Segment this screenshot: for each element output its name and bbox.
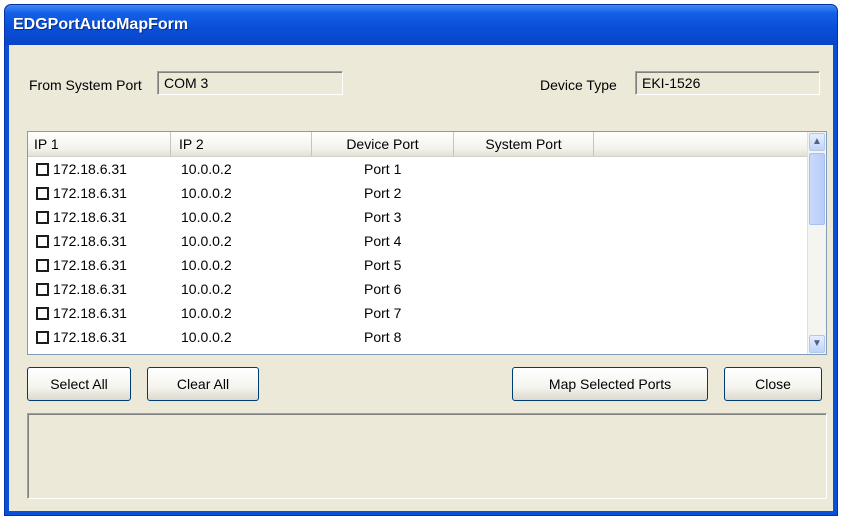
- column-header-device-port[interactable]: Device Port: [312, 132, 454, 156]
- column-header-ip2[interactable]: IP 2: [171, 132, 312, 156]
- ip2-value: 10.0.0.2: [181, 185, 232, 201]
- table-row[interactable]: 172.18.6.31 10.0.0.2 Port 6: [28, 277, 808, 301]
- table-row[interactable]: 172.18.6.31 10.0.0.2 Port 3: [28, 205, 808, 229]
- device-port-value: Port 7: [364, 305, 402, 321]
- row-checkbox[interactable]: [36, 234, 49, 248]
- ip1-value: 172.18.6.31: [53, 209, 127, 225]
- column-header-filler: [594, 132, 808, 156]
- map-selected-ports-button[interactable]: Map Selected Ports: [512, 367, 708, 401]
- window-title: EDGPortAutoMapForm: [13, 16, 189, 33]
- ip1-cell: 172.18.6.31: [28, 233, 171, 249]
- close-button[interactable]: Close: [724, 367, 822, 401]
- row-checkbox[interactable]: [36, 282, 49, 296]
- dialog-window: EDGPortAutoMapForm From System Port COM …: [4, 4, 838, 516]
- chevron-up-icon: ▲: [812, 136, 822, 147]
- device-type-label: Device Type: [540, 77, 617, 93]
- ip1-value: 172.18.6.31: [53, 185, 127, 201]
- scroll-up-button[interactable]: ▲: [809, 133, 825, 151]
- device-port-value: Port 5: [364, 257, 402, 273]
- column-header-system-port[interactable]: System Port: [454, 132, 594, 156]
- ip1-value: 172.18.6.31: [53, 161, 127, 177]
- scroll-down-button[interactable]: ▼: [809, 335, 825, 353]
- row-checkbox[interactable]: [36, 306, 49, 320]
- table-row[interactable]: 172.18.6.31 10.0.0.2 Port 5: [28, 253, 808, 277]
- table-row[interactable]: 172.18.6.31 10.0.0.2 Port 4: [28, 229, 808, 253]
- ip1-cell: 172.18.6.31: [28, 329, 171, 345]
- table-row[interactable]: 172.18.6.31 10.0.0.2 Port 7: [28, 301, 808, 325]
- title-bar[interactable]: EDGPortAutoMapForm: [5, 5, 837, 45]
- from-system-port-field: COM 3: [157, 71, 343, 95]
- ip1-cell: 172.18.6.31: [28, 305, 171, 321]
- ip2-value: 10.0.0.2: [181, 161, 232, 177]
- scrollbar-thumb[interactable]: [809, 153, 825, 225]
- device-port-value: Port 1: [364, 161, 402, 177]
- table-row-partial[interactable]: [28, 349, 808, 354]
- row-checkbox[interactable]: [36, 162, 49, 176]
- ip2-value: 10.0.0.2: [181, 233, 232, 249]
- from-system-port-label: From System Port: [29, 77, 142, 93]
- ip1-value: 172.18.6.31: [53, 233, 127, 249]
- ip1-value: 172.18.6.31: [53, 329, 127, 345]
- ip2-value: 10.0.0.2: [181, 209, 232, 225]
- status-output-area: [27, 413, 827, 499]
- row-checkbox[interactable]: [36, 330, 49, 344]
- ip2-value: 10.0.0.2: [181, 329, 232, 345]
- device-port-value: Port 2: [364, 185, 402, 201]
- ip1-value: 172.18.6.31: [53, 305, 127, 321]
- ip1-cell: 172.18.6.31: [28, 281, 171, 297]
- vertical-scrollbar[interactable]: ▲ ▼: [807, 132, 826, 354]
- ip1-cell: 172.18.6.31: [28, 161, 171, 177]
- device-type-field: EKI-1526: [635, 71, 820, 95]
- ip2-value: 10.0.0.2: [181, 281, 232, 297]
- ip1-value: 172.18.6.31: [53, 281, 127, 297]
- dialog-client-area: From System Port COM 3 Device Type EKI-1…: [9, 45, 833, 511]
- ip2-value: 10.0.0.2: [181, 257, 232, 273]
- device-port-value: Port 6: [364, 281, 402, 297]
- select-all-button[interactable]: Select All: [27, 367, 131, 401]
- table-row[interactable]: 172.18.6.31 10.0.0.2 Port 1: [28, 157, 808, 181]
- clear-all-button[interactable]: Clear All: [147, 367, 259, 401]
- ip1-cell: 172.18.6.31: [28, 257, 171, 273]
- ip1-cell: 172.18.6.31: [28, 185, 171, 201]
- chevron-down-icon: ▼: [812, 338, 822, 349]
- table-row[interactable]: 172.18.6.31 10.0.0.2 Port 8: [28, 325, 808, 349]
- ip1-value: 172.18.6.31: [53, 257, 127, 273]
- list-body: 172.18.6.31 10.0.0.2 Port 1 172.18.6.31 …: [28, 157, 808, 354]
- device-port-value: Port 4: [364, 233, 402, 249]
- table-row[interactable]: 172.18.6.31 10.0.0.2 Port 2: [28, 181, 808, 205]
- row-checkbox[interactable]: [36, 258, 49, 272]
- row-checkbox[interactable]: [36, 210, 49, 224]
- row-checkbox[interactable]: [36, 186, 49, 200]
- ip1-cell: 172.18.6.31: [28, 209, 171, 225]
- list-header: IP 1 IP 2 Device Port System Port: [28, 132, 808, 157]
- column-header-ip1[interactable]: IP 1: [28, 132, 171, 156]
- device-port-value: Port 3: [364, 209, 402, 225]
- ip2-value: 10.0.0.2: [181, 305, 232, 321]
- device-port-value: Port 8: [364, 329, 402, 345]
- port-list-view[interactable]: IP 1 IP 2 Device Port System Port 172.18…: [27, 131, 827, 355]
